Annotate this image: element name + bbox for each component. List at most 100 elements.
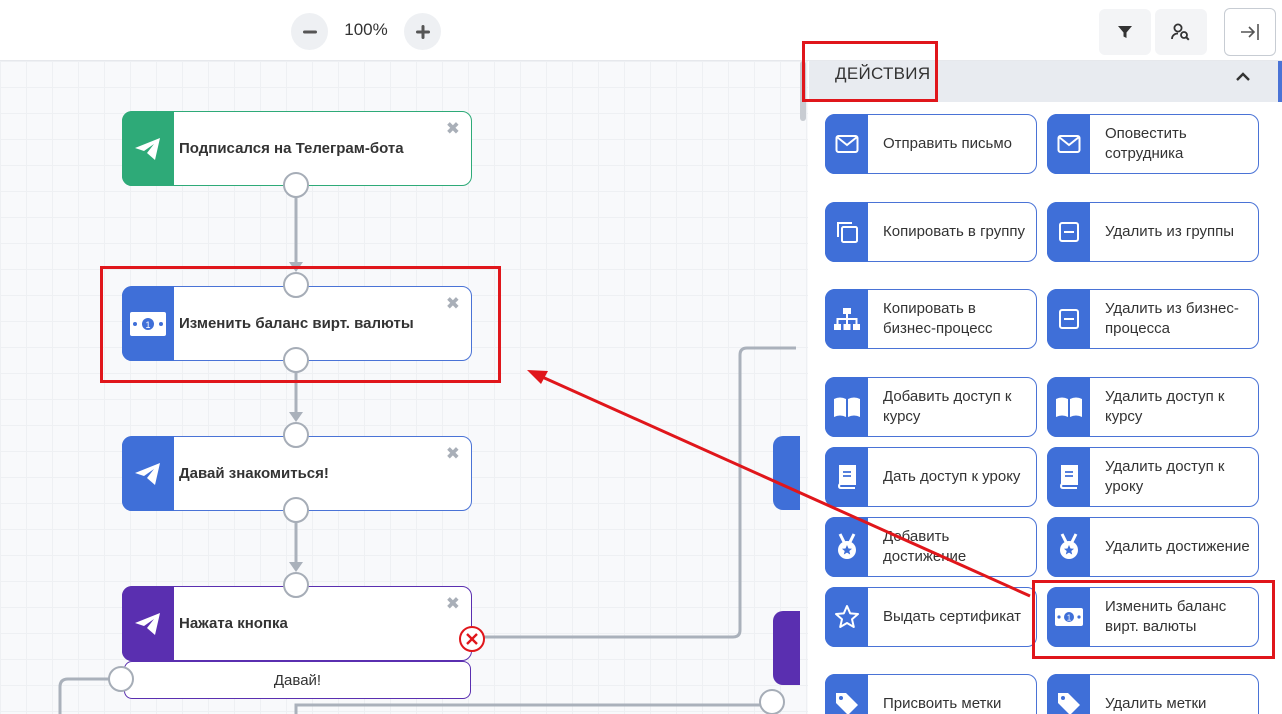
money-bill-icon: 1 (1054, 608, 1083, 626)
close-icon[interactable]: ✖ (446, 445, 460, 462)
close-icon[interactable]: ✖ (446, 595, 460, 612)
panel-scrollbar[interactable] (1278, 61, 1282, 102)
exit-button[interactable] (1224, 8, 1276, 56)
action-change-virtual-currency[interactable]: 1 Изменить баланс вирт. валюты (1047, 587, 1259, 647)
action-icon-area (825, 377, 868, 437)
minus-square-icon (1058, 309, 1079, 329)
book-icon (837, 465, 856, 489)
action-remove-course-access[interactable]: Удалить доступ к курсу (1047, 377, 1259, 437)
node-icon-area: 1 (122, 286, 174, 361)
action-label: Удалить достижение (1105, 538, 1250, 555)
action-label: Выдать сертификат (883, 608, 1022, 625)
action-label: Присвоить метки (883, 695, 1002, 712)
action-label: Оповестить сотрудника (1105, 125, 1187, 162)
node-title: Давай знакомиться! (179, 465, 329, 482)
action-label: Удалить метки (1105, 695, 1207, 712)
action-label: Удалить доступ к уроку (1105, 458, 1225, 495)
action-label: Копировать в бизнес-процесс (883, 300, 993, 337)
book-icon (1059, 465, 1078, 489)
panel-title: ДЕЙСТВИЯ (835, 64, 931, 83)
user-search-button[interactable] (1155, 9, 1207, 55)
sitemap-icon (833, 308, 860, 330)
actions-panel: ДЕЙСТВИЯ Отправить письмо Оповестить сот… (809, 61, 1282, 714)
action-icon-area: 1 (1047, 587, 1090, 647)
tag-icon (835, 693, 858, 714)
input-port[interactable] (283, 572, 309, 598)
action-icon-area (1047, 517, 1090, 577)
action-remove-from-group[interactable]: Удалить из группы (1047, 202, 1259, 262)
arrow-right-to-line-icon (1241, 24, 1259, 40)
telegram-icon (135, 612, 160, 635)
action-label: Удалить из бизнес-процесса (1105, 300, 1239, 337)
action-issue-certificate[interactable]: Выдать сертификат (825, 587, 1037, 647)
chevron-up-icon[interactable] (1233, 67, 1253, 87)
action-assign-tags[interactable]: Присвоить метки (825, 674, 1037, 714)
action-remove-lesson-access[interactable]: Удалить доступ к уроку (1047, 447, 1259, 507)
action-icon-area (825, 289, 868, 349)
output-port[interactable] (283, 347, 309, 373)
action-copy-to-group[interactable]: Копировать в группу (825, 202, 1037, 262)
action-remove-tags[interactable]: Удалить метки (1047, 674, 1259, 714)
action-icon-area (1047, 202, 1090, 262)
envelope-icon (1057, 135, 1080, 153)
action-grant-lesson-access[interactable]: Дать доступ к уроку (825, 447, 1037, 507)
output-port[interactable] (283, 172, 309, 198)
book-open-icon (1055, 397, 1082, 417)
action-label: Добавить достижение (883, 528, 967, 565)
action-send-email[interactable]: Отправить письмо (825, 114, 1037, 174)
filter-button[interactable] (1099, 9, 1151, 55)
action-copy-to-business-process[interactable]: Копировать в бизнес-процесс (825, 289, 1037, 349)
close-icon[interactable]: ✖ (446, 120, 460, 137)
action-icon-area (1047, 289, 1090, 349)
input-port[interactable] (759, 689, 785, 714)
envelope-icon (835, 135, 858, 153)
action-icon-area (1047, 377, 1090, 437)
minus-square-icon (1058, 222, 1079, 242)
telegram-icon (135, 462, 160, 485)
medal-icon (837, 533, 856, 559)
copy-icon (836, 222, 858, 243)
action-label: Копировать в группу (883, 223, 1025, 240)
output-port[interactable] (108, 666, 134, 692)
money-bill-icon: 1 (130, 311, 166, 336)
action-add-course-access[interactable]: Добавить доступ к курсу (825, 377, 1037, 437)
node-title: Нажата кнопка (179, 615, 288, 632)
action-label: Удалить доступ к курсу (1105, 388, 1225, 425)
partial-node[interactable] (773, 436, 800, 510)
action-label: Добавить доступ к курсу (883, 388, 1012, 425)
node-icon-area (122, 111, 174, 186)
action-remove-achievement[interactable]: Удалить достижение (1047, 517, 1259, 577)
svg-text:1: 1 (1066, 614, 1071, 623)
action-icon-area (825, 587, 868, 647)
action-icon-area (825, 517, 868, 577)
svg-text:1: 1 (145, 320, 150, 330)
action-icon-area (825, 202, 868, 262)
input-port[interactable] (283, 422, 309, 448)
action-add-achievement[interactable]: Добавить достижение (825, 517, 1037, 577)
delete-connection-icon[interactable] (458, 625, 486, 653)
filter-icon (1118, 26, 1132, 38)
action-icon-area (1047, 674, 1090, 714)
panel-header[interactable]: ДЕЙСТВИЯ (809, 61, 1278, 102)
action-remove-from-business-process[interactable]: Удалить из бизнес-процесса (1047, 289, 1259, 349)
action-label: Дать доступ к уроку (883, 468, 1021, 485)
star-icon (834, 605, 859, 628)
action-notify-employee[interactable]: Оповестить сотрудника (1047, 114, 1259, 174)
partial-node[interactable] (773, 611, 800, 685)
medal-icon (1059, 533, 1078, 559)
telegram-icon (135, 137, 160, 160)
book-open-icon (833, 397, 860, 417)
output-port[interactable] (283, 497, 309, 523)
action-label: Удалить из группы (1105, 223, 1235, 240)
action-label: Отправить письмо (883, 135, 1013, 152)
action-icon-area (825, 447, 868, 507)
node-icon-area (122, 436, 174, 511)
close-icon[interactable]: ✖ (446, 295, 460, 312)
action-icon-area (1047, 447, 1090, 507)
action-icon-area (825, 674, 868, 714)
action-icon-area (825, 114, 868, 174)
button-option[interactable]: Давай! (124, 661, 471, 699)
input-port[interactable] (283, 272, 309, 298)
action-icon-area (1047, 114, 1090, 174)
tag-icon (1057, 693, 1080, 714)
